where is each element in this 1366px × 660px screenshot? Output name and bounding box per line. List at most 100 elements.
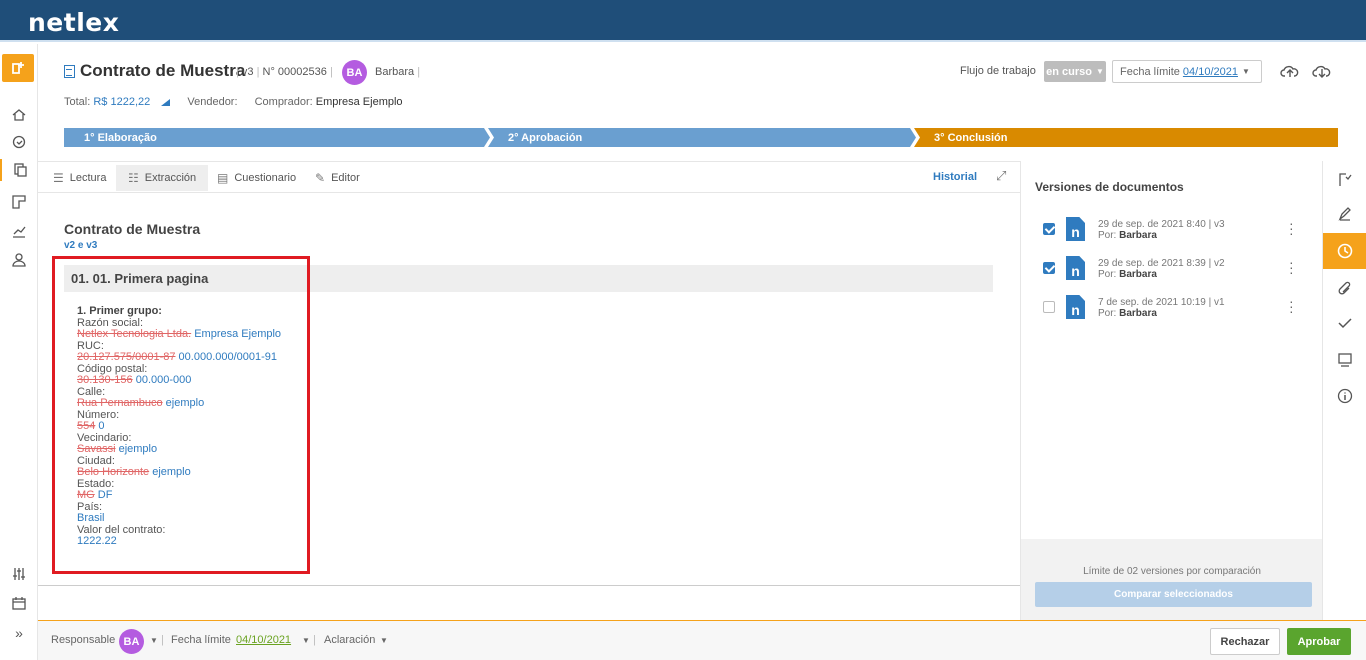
version-row[interactable]: n 29 de sep. de 2021 8:39 | v2 Por: Barbar… [1021, 244, 1323, 283]
board-icon[interactable] [8, 191, 30, 213]
version-list: n 29 de sep. de 2021 8:40 | v3 Por: Barbar… [1021, 205, 1323, 325]
version-author: Por: Barbara [1098, 308, 1157, 319]
expand-triangle-icon[interactable] [161, 98, 171, 106]
tab-cuestionario[interactable]: ▤ Cuestionario [205, 165, 308, 191]
footer-bar: Responsable BA ▼ | Fecha límite 04/10/20… [38, 620, 1366, 660]
reports-icon[interactable] [8, 220, 30, 242]
version-author: Por: Barbara [1098, 230, 1157, 241]
footer-due-label: Fecha límite [171, 634, 231, 646]
owner-name: Barbara [375, 66, 415, 78]
author-name: Barbara [1119, 269, 1157, 280]
netlex-logo[interactable]: netlex [28, 8, 119, 37]
tab-label: Lectura [69, 172, 107, 184]
top-bar: netlex [0, 0, 1366, 42]
due-date-label: Fecha límite [1120, 65, 1180, 78]
approve-button[interactable]: Aprobar [1287, 628, 1351, 655]
document-version: v3 [241, 66, 254, 78]
form-icon: ▤ [217, 171, 229, 185]
document-title-text: Contrato de Muestra [80, 61, 246, 80]
comment-icon[interactable] [1335, 350, 1355, 370]
by-label: Por: [1098, 269, 1117, 280]
workflow-stages: 1° Elaboração 2° Aprobación 3° Conclusió… [64, 128, 1338, 147]
flag-icon[interactable] [1335, 170, 1355, 190]
version-limit-text: Límite de 02 versiones por comparación [1083, 566, 1261, 577]
kebab-menu-icon[interactable]: · · · [1289, 294, 1294, 318]
tab-lectura[interactable]: ☰ Lectura [41, 165, 118, 191]
new-document-button[interactable] [2, 54, 34, 82]
version-date: 29 de sep. de 2021 8:40 | v3 [1098, 219, 1225, 230]
historial-link[interactable]: Historial [933, 171, 977, 183]
stage-aprobacion[interactable]: 2° Aprobación [488, 128, 914, 147]
version-date: 7 de sep. de 2021 10:19 | v1 [1098, 297, 1225, 308]
document-title: Contrato de Muestra [64, 61, 245, 81]
owner-avatar[interactable]: BA [342, 60, 367, 85]
extract-icon: ☷ [128, 171, 139, 185]
fullscreen-expand-icon[interactable]: ⤢ [996, 168, 1006, 184]
responsible-dropdown[interactable]: ▼ | [150, 634, 164, 646]
version-checkbox[interactable] [1043, 223, 1055, 235]
documents-icon[interactable] [0, 159, 38, 181]
version-checkbox[interactable] [1043, 301, 1055, 313]
version-checkbox[interactable] [1043, 262, 1055, 274]
due-date-picker[interactable]: Fecha límite 04/10/2021 ▼ [1112, 60, 1262, 83]
workflow-status-dropdown[interactable]: en curso ▼ [1044, 61, 1106, 82]
view-tabs: ☰ Lectura ☷ Extracción ▤ Cuestionario ✎ … [38, 161, 1020, 193]
document-icon [64, 64, 75, 78]
workflow-status-text: en curso [1046, 65, 1092, 78]
left-nav: » [0, 44, 38, 660]
workflow-label: Flujo de trabajo [960, 65, 1036, 77]
checkmark-icon[interactable] [1335, 313, 1355, 333]
info-icon[interactable] [1335, 386, 1355, 406]
compare-area: Límite de 02 versiones por comparación C… [1021, 539, 1323, 621]
attachment-clip-icon[interactable] [1335, 279, 1355, 299]
owner-meta: Barbara | [375, 66, 421, 78]
kebab-menu-icon[interactable]: · · · [1289, 255, 1294, 279]
document-number: N° 00002536 [262, 66, 327, 78]
version-row[interactable]: n 29 de sep. de 2021 8:40 | v3 Por: Barbar… [1021, 205, 1323, 244]
history-clock-icon[interactable] [1323, 233, 1366, 269]
versions-panel: Versiones de documentos n 29 de sep. de 2… [1020, 161, 1323, 621]
author-name: Barbara [1119, 230, 1157, 241]
upload-cloud-icon[interactable] [1279, 60, 1301, 82]
settings-sliders-icon[interactable] [8, 563, 30, 585]
by-label: Por: [1098, 230, 1117, 241]
home-icon[interactable] [8, 104, 30, 126]
total-value: R$ 1222,22 [93, 96, 151, 108]
footer-due-dropdown[interactable]: ▼ | [302, 634, 316, 646]
calendar-icon[interactable] [8, 592, 30, 614]
signature-pen-icon[interactable] [1335, 204, 1355, 224]
total-label: Total: [64, 96, 91, 108]
responsible-avatar[interactable]: BA [119, 629, 144, 654]
buyer-value: Empresa Ejemplo [315, 96, 403, 108]
tab-extraccion[interactable]: ☷ Extracción [116, 165, 209, 191]
reject-button[interactable]: Rechazar [1210, 628, 1280, 655]
stage-conclusion[interactable]: 3° Conclusión [914, 128, 1338, 147]
highlight-box [52, 256, 310, 574]
compare-selected-button[interactable]: Comparar seleccionados [1035, 582, 1312, 607]
netlex-document-icon: n [1066, 295, 1085, 319]
buyer-label: Comprador: [254, 96, 313, 108]
responsible-label: Responsable [51, 634, 116, 646]
clarification-dropdown[interactable]: ▼ [380, 634, 388, 646]
content-title: Contrato de Muestra [64, 221, 201, 237]
stage-elaboracao[interactable]: 1° Elaboração [64, 128, 488, 147]
footer-due-value[interactable]: 04/10/2021 [236, 634, 291, 646]
author-name: Barbara [1119, 308, 1157, 319]
version-row[interactable]: n 7 de sep. de 2021 10:19 | v1 Por: Barbar… [1021, 283, 1323, 322]
expand-menu-icon[interactable]: » [8, 622, 30, 644]
clarification-label[interactable]: Aclaración [324, 634, 375, 646]
download-cloud-icon[interactable] [1311, 60, 1333, 82]
versions-panel-title: Versiones de documentos [1035, 180, 1184, 194]
due-date-value: 04/10/2021 [1182, 65, 1238, 78]
dashboard-icon[interactable] [8, 131, 30, 153]
tab-label: Cuestionario [234, 172, 297, 184]
kebab-menu-icon[interactable]: · · · [1289, 216, 1294, 240]
tab-editor[interactable]: ✎ Editor [303, 165, 372, 191]
right-toolbar [1322, 161, 1366, 620]
netlex-document-icon: n [1066, 217, 1085, 241]
user-icon[interactable] [8, 249, 30, 271]
version-author: Por: Barbara [1098, 269, 1157, 280]
document-summary: Total: R$ 1222,22 Vendedor: Comprador: E… [64, 96, 403, 108]
by-label: Por: [1098, 308, 1117, 319]
tab-label: Extracción [144, 172, 197, 184]
